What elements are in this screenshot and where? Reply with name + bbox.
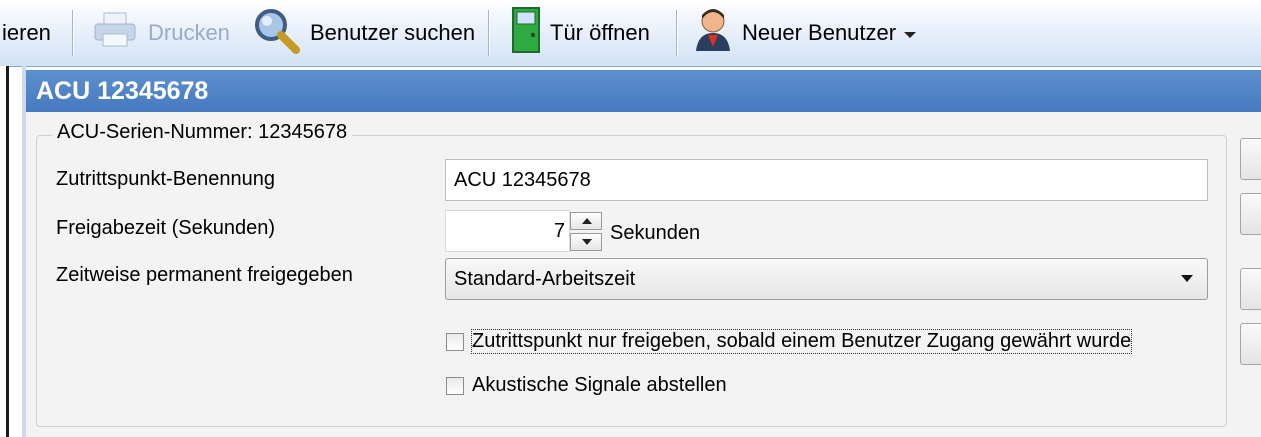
search-user-button[interactable]: Benutzer suchen (252, 0, 475, 66)
access-point-name-input[interactable]: ACU 12345678 (445, 159, 1208, 201)
printer-icon (92, 10, 138, 56)
toolbar-separator (676, 10, 677, 56)
group-legend: ACU-Serien-Nummer: 12345678 (52, 121, 353, 144)
open-door-label: Tür öffnen (550, 20, 650, 45)
page-title-bar: ACU 12345678 (26, 70, 1261, 112)
release-time-unit: Sekunden (610, 222, 701, 244)
side-button-2[interactable] (1240, 193, 1261, 235)
print-button[interactable]: Drucken (92, 0, 230, 66)
door-icon (512, 7, 540, 59)
toolbar: ieren Drucken Benutzer suchen Tür öffnen… (0, 0, 1261, 67)
toolbar-item-truncated[interactable]: ieren (2, 0, 51, 66)
release-time-input[interactable]: 7 (445, 210, 570, 252)
permanent-release-value: Standard-Arbeitszeit (454, 267, 636, 290)
release-time-value: 7 (553, 219, 565, 242)
stepper-down-button[interactable] (570, 233, 602, 251)
arrow-up-icon (582, 218, 592, 224)
acoustic-label: Akustische Signale abstellen (472, 374, 727, 396)
grant-only-option[interactable]: Zutrittspunkt nur freigeben, sobald eine… (446, 329, 1133, 354)
print-label: Drucken (148, 20, 230, 45)
stepper-up-button[interactable] (570, 212, 602, 230)
grant-only-checkbox[interactable] (446, 332, 464, 351)
side-button-4[interactable] (1240, 323, 1261, 365)
side-button-3[interactable] (1240, 268, 1261, 310)
access-point-name-value: ACU 12345678 (454, 168, 591, 191)
side-button-1[interactable] (1240, 138, 1261, 180)
name-label: Zutrittspunkt-Benennung (56, 168, 276, 190)
permanent-release-label: Zeitweise permanent freigegeben (56, 264, 353, 286)
magnifier-icon (252, 6, 300, 60)
toolbar-truncated-label: ieren (2, 20, 51, 45)
open-door-button[interactable]: Tür öffnen (512, 0, 650, 66)
permanent-release-select[interactable]: Standard-Arbeitszeit (445, 258, 1208, 300)
release-time-label: Freigabezeit (Sekunden) (56, 217, 276, 239)
search-user-label: Benutzer suchen (310, 20, 476, 45)
window-frame-left (0, 66, 9, 437)
acoustic-checkbox[interactable] (446, 376, 464, 395)
acoustic-option[interactable]: Akustische Signale abstellen (446, 374, 727, 397)
new-user-button[interactable]: Neuer Benutzer (694, 0, 917, 66)
release-time-stepper[interactable] (570, 212, 604, 252)
chevron-down-icon[interactable] (904, 32, 917, 38)
user-icon (694, 7, 732, 59)
toolbar-separator (72, 10, 73, 56)
arrow-down-icon (582, 239, 592, 245)
page-title: ACU 12345678 (36, 76, 209, 105)
grant-only-label: Zutrittspunkt nur freigeben, sobald eine… (470, 329, 1133, 354)
new-user-label: Neuer Benutzer (742, 20, 897, 45)
dropdown-arrow-icon (1181, 275, 1193, 282)
toolbar-separator (488, 10, 489, 56)
